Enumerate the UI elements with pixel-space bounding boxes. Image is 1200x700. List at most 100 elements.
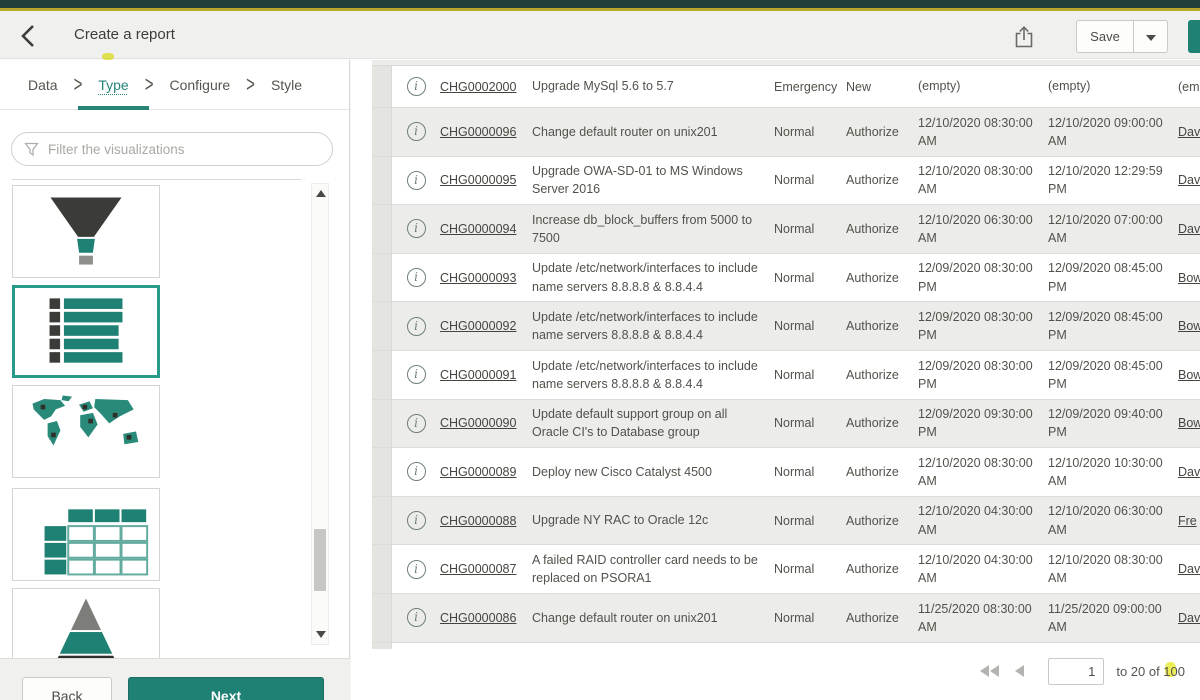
planned-start-date-cell: 12/09/2020 08:30:00 PM [918, 308, 1048, 344]
info-icon-cell: i [392, 268, 440, 287]
info-icon[interactable]: i [407, 268, 426, 287]
change-number-link[interactable]: CHG0000095 [440, 173, 532, 187]
info-icon[interactable]: i [407, 219, 426, 238]
viz-option-heatmap-table[interactable] [12, 488, 160, 581]
save-button[interactable]: Save [1076, 20, 1134, 53]
viz-option-world-map[interactable] [12, 385, 160, 478]
state-cell: Authorize [846, 271, 918, 285]
viz-list-scrollbar[interactable] [311, 183, 329, 645]
filter-visualizations-input[interactable] [48, 142, 320, 157]
short-description-cell: Update /etc/network/interfaces to includ… [532, 357, 774, 393]
scroll-up-arrow-icon[interactable] [316, 190, 326, 197]
row-left-strip [372, 400, 392, 448]
table-row: i CHG0000096 Change default router on un… [372, 108, 1200, 157]
info-icon[interactable]: i [407, 511, 426, 530]
viz-option-funnel-chart[interactable] [12, 185, 160, 278]
previous-page-button[interactable] [1013, 661, 1026, 681]
priority-cell: Normal [774, 611, 846, 625]
planned-start-date-cell: 12/10/2020 04:30:00 AM [918, 551, 1048, 587]
info-icon[interactable]: i [407, 462, 426, 481]
assignee-link[interactable]: Dav [1178, 465, 1200, 479]
table-row: i CHG0000088 Upgrade NY RAC to Oracle 12… [372, 497, 1200, 546]
planned-start-date-cell: (empty) [918, 77, 1048, 95]
table-row: i CHG0000087 A failed RAID controller ca… [372, 545, 1200, 594]
wizard-step-data[interactable]: Data [22, 60, 64, 109]
chevron-right-icon: > [145, 72, 154, 98]
change-number-link[interactable]: CHG0000093 [440, 271, 532, 285]
planned-start-date-cell: 12/10/2020 06:30:00 AM [918, 211, 1048, 247]
planned-end-date-cell: 11/25/2020 09:00:00 AM [1048, 600, 1178, 636]
change-number-link[interactable]: CHG0000094 [440, 222, 532, 236]
info-icon-cell: i [392, 511, 440, 530]
info-icon[interactable]: i [407, 171, 426, 190]
left-triangle-icon [1015, 665, 1024, 677]
wizard-step-type[interactable]: Type [92, 60, 134, 109]
next-row-stub [372, 643, 392, 649]
info-icon-cell: i [392, 77, 440, 96]
share-button[interactable] [1014, 23, 1042, 51]
change-number-link[interactable]: CHG0000088 [440, 514, 532, 528]
report-data-preview: i CHG0002000 Upgrade MySql 5.6 to 5.7 Em… [351, 60, 1200, 700]
wizard-step-style[interactable]: Style [265, 60, 308, 109]
assignee-link[interactable]: Dav [1178, 222, 1200, 236]
info-icon[interactable]: i [407, 414, 426, 433]
filter-funnel-icon [24, 142, 39, 157]
assignee-link[interactable]: Dav [1178, 125, 1200, 139]
save-dropdown-button[interactable] [1134, 20, 1168, 53]
row-left-strip [372, 497, 392, 545]
assignee-link[interactable]: Fre [1178, 514, 1200, 528]
assignee-link[interactable]: Bow [1178, 271, 1200, 285]
change-number-link[interactable]: CHG0000092 [440, 319, 532, 333]
info-icon[interactable]: i [407, 608, 426, 627]
info-icon[interactable]: i [407, 122, 426, 141]
planned-start-date-cell: 12/09/2020 08:30:00 PM [918, 259, 1048, 295]
assignee-link[interactable]: Bow [1178, 416, 1200, 430]
assignee-link[interactable]: Dav [1178, 562, 1200, 576]
wizard-step-configure[interactable]: Configure [163, 60, 236, 109]
chevron-right-icon: > [246, 72, 255, 98]
info-icon[interactable]: i [407, 560, 426, 579]
short-description-cell: Update /etc/network/interfaces to includ… [532, 259, 774, 295]
page-number-input[interactable] [1048, 658, 1104, 685]
planned-end-date-cell: 12/09/2020 08:45:00 PM [1048, 259, 1178, 295]
scrollbar-thumb[interactable] [314, 529, 326, 591]
change-number-link[interactable]: CHG0000086 [440, 611, 532, 625]
table-row: i CHG0000093 Update /etc/network/interfa… [372, 254, 1200, 303]
back-chevron-button[interactable] [20, 23, 46, 49]
clipped-primary-button[interactable] [1188, 20, 1200, 53]
assignee-link[interactable]: Bow [1178, 368, 1200, 382]
change-number-link[interactable]: CHG0000096 [440, 125, 532, 139]
caret-down-icon [1146, 35, 1156, 41]
change-number-link[interactable]: CHG0000091 [440, 368, 532, 382]
table-body: i CHG0002000 Upgrade MySql 5.6 to 5.7 Em… [372, 66, 1200, 643]
state-cell: Authorize [846, 562, 918, 576]
short-description-cell: Change default router on unix201 [532, 609, 774, 627]
change-number-link[interactable]: CHG0002000 [440, 80, 532, 94]
scroll-down-arrow-icon[interactable] [316, 631, 326, 638]
planned-end-date-cell: 12/09/2020 08:45:00 PM [1048, 308, 1178, 344]
report-wizard-sidebar: Data > Type > Configure > Style [0, 60, 350, 700]
change-number-link[interactable]: CHG0000087 [440, 562, 532, 576]
planned-start-date-cell: 11/25/2020 08:30:00 AM [918, 600, 1048, 636]
change-number-link[interactable]: CHG0000089 [440, 465, 532, 479]
table-row: i CHG0000092 Update /etc/network/interfa… [372, 302, 1200, 351]
assignee-link[interactable]: (empty) [1178, 80, 1200, 94]
viz-option-pyramid-chart[interactable] [12, 588, 160, 658]
app-header: Create a report Save [0, 11, 1200, 59]
page-title: Create a report [74, 26, 175, 43]
assignee-link[interactable]: Dav [1178, 611, 1200, 625]
info-icon[interactable]: i [407, 317, 426, 336]
info-icon[interactable]: i [407, 365, 426, 384]
assignee-link[interactable]: Bow [1178, 319, 1200, 333]
first-page-button[interactable] [978, 661, 1001, 681]
next-button[interactable]: Next [128, 677, 324, 700]
short-description-cell: Deploy new Cisco Catalyst 4500 [532, 463, 774, 481]
viz-option-horizontal-bar-list[interactable] [12, 285, 160, 378]
short-description-cell: A failed RAID controller card needs to b… [532, 551, 774, 587]
planned-end-date-cell: 12/10/2020 10:30:00 AM [1048, 454, 1178, 490]
assignee-link[interactable]: Dav [1178, 173, 1200, 187]
back-button[interactable]: Back [22, 677, 112, 700]
planned-end-date-cell: 12/10/2020 08:30:00 AM [1048, 551, 1178, 587]
change-number-link[interactable]: CHG0000090 [440, 416, 532, 430]
info-icon[interactable]: i [407, 77, 426, 96]
